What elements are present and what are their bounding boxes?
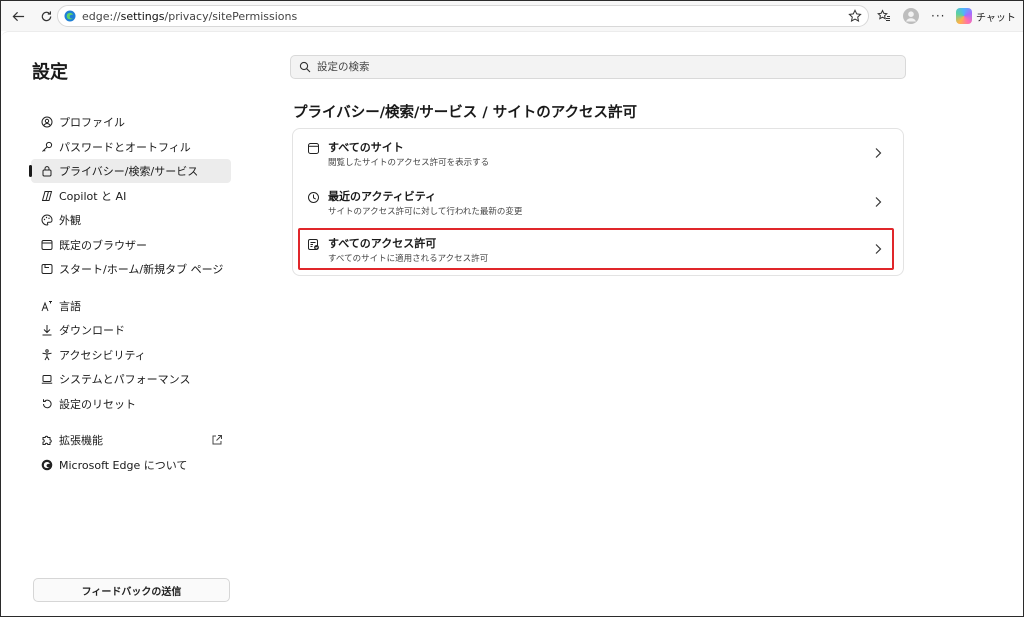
browser-icon (41, 239, 53, 251)
back-arrow-icon (12, 11, 24, 21)
chevron-right-icon (875, 244, 882, 254)
sidebar-item-passwords[interactable]: パスワードとオートフィル (31, 135, 231, 159)
sidebar-item-copilot[interactable]: Copilot と AI (31, 184, 231, 208)
language-icon (41, 300, 53, 312)
permissions-list-icon (308, 239, 319, 250)
list-item-all-sites[interactable]: すべてのサイト 閲覧したサイトのアクセス許可を表示する (299, 131, 899, 175)
home-icon (41, 263, 53, 275)
sidebar-item-extensions[interactable]: 拡張機能 (31, 428, 231, 452)
back-button[interactable] (7, 5, 29, 27)
edge-logo-icon (64, 10, 76, 22)
sidebar-item-about[interactable]: Microsoft Edge について (31, 453, 231, 477)
sidebar-item-label: スタート/ホーム/新規タブ ページ (59, 263, 224, 276)
row-texts: すべてのアクセス許可 すべてのサイトに適用されるアクセス許可 (328, 237, 488, 265)
puzzle-icon (41, 434, 53, 446)
url-host: settings (120, 9, 165, 23)
copilot-icon (41, 190, 53, 202)
list-item-all-permissions[interactable]: すべてのアクセス許可 すべてのサイトに適用されるアクセス許可 (299, 227, 899, 271)
laptop-icon (41, 373, 53, 385)
feedback-button[interactable]: フィードバックの送信 (33, 578, 230, 602)
permissions-card: すべてのサイト 閲覧したサイトのアクセス許可を表示する 最近のアクティビティ サ… (292, 128, 904, 276)
sidebar-item-languages[interactable]: 言語 (31, 294, 231, 318)
sidebar-item-label: パスワードとオートフィル (59, 140, 191, 154)
sidebar-item-label: プロファイル (59, 116, 125, 129)
row-title: 最近のアクティビティ (328, 190, 437, 203)
row-title: すべてのサイト (328, 141, 404, 154)
sidebar-item-label: システムとパフォーマンス (59, 373, 191, 386)
profile-avatar-button[interactable] (903, 5, 919, 27)
sidebar-separator (31, 416, 231, 428)
search-icon (299, 61, 311, 73)
row-subtitle: サイトのアクセス許可に対して行われた最新の変更 (328, 207, 523, 217)
open-external-icon[interactable] (211, 434, 223, 446)
chat-label: チャット (976, 12, 1016, 24)
sidebar-item-profile[interactable]: プロファイル (31, 110, 231, 134)
row-texts: すべてのサイト 閲覧したサイトのアクセス許可を表示する (328, 141, 489, 169)
sidebar-nav: プロファイル パスワードとオートフィル プライバシー/検索/サービス Copil… (29, 110, 231, 477)
sidebar-item-label: Microsoft Edge について (59, 458, 188, 472)
accessibility-icon (41, 348, 53, 361)
sidebar-item-label: Copilot と AI (59, 189, 127, 203)
chevron-right-icon (875, 148, 882, 158)
sidebar-item-label: 言語 (59, 299, 81, 313)
settings-page: 設定 プロファイル パスワードとオートフィル プライバシー/検索/サービス Co… (1, 31, 1023, 616)
favorites-button[interactable] (877, 5, 891, 27)
sidebar-item-start-home[interactable]: スタート/ホーム/新規タブ ページ (31, 257, 231, 281)
clock-icon (308, 192, 319, 203)
copilot-logo-icon (956, 8, 972, 24)
chevron-right-icon (875, 197, 882, 207)
sidebar-item-system[interactable]: システムとパフォーマンス (31, 367, 231, 391)
favorites-list-icon (877, 9, 890, 21)
sidebar-item-label: 外観 (59, 214, 81, 227)
row-subtitle: 閲覧したサイトのアクセス許可を表示する (328, 158, 490, 168)
sidebar-item-label: プライバシー/検索/サービス (59, 165, 199, 178)
palette-icon (41, 214, 53, 226)
sidebar-item-accessibility[interactable]: アクセシビリティ (31, 343, 231, 367)
sidebar-item-appearance[interactable]: 外観 (31, 208, 231, 232)
row-subtitle: すべてのサイトに適用されるアクセス許可 (328, 254, 489, 264)
sidebar-item-privacy[interactable]: プライバシー/検索/サービス (29, 159, 231, 183)
url-scheme: edge:// (82, 9, 121, 23)
avatar-icon (903, 8, 919, 24)
sidebar-item-label: 既定のブラウザー (59, 238, 147, 252)
sidebar-item-label: ダウンロード (59, 324, 125, 337)
sidebar-title: 設定 (32, 62, 68, 83)
url-path: /privacy/sitePermissions (164, 9, 298, 23)
sidebar-item-label: アクセシビリティ (59, 348, 146, 362)
row-texts: 最近のアクティビティ サイトのアクセス許可に対して行われた最新の変更 (328, 190, 522, 218)
list-item-recent-activity[interactable]: 最近のアクティビティ サイトのアクセス許可に対して行われた最新の変更 (299, 180, 899, 224)
sidebar-item-label: 拡張機能 (59, 434, 103, 447)
ellipsis-icon: ··· (931, 9, 946, 23)
browser-toolbar: edge://settings/privacy/sitePermissions … (1, 1, 1023, 31)
key-icon (41, 141, 53, 153)
profile-icon (41, 116, 53, 128)
sidebar-item-downloads[interactable]: ダウンロード (31, 318, 231, 342)
reset-icon (41, 398, 53, 410)
url-text: edge://settings/privacy/sitePermissions (82, 10, 297, 23)
sidebar-separator (31, 282, 231, 294)
page-title: プライバシー/検索/サービス / サイトのアクセス許可 (293, 105, 637, 121)
site-window-icon (308, 143, 319, 154)
reload-button[interactable] (35, 5, 57, 27)
sidebar-item-reset[interactable]: 設定のリセット (31, 392, 231, 416)
edge-logo-icon (41, 459, 53, 471)
sidebar-item-label: 設定のリセット (59, 397, 136, 411)
download-icon (41, 324, 53, 336)
lock-icon (41, 165, 53, 177)
address-bar[interactable]: edge://settings/privacy/sitePermissions (57, 5, 869, 27)
search-input[interactable] (317, 61, 877, 73)
more-menu-button[interactable]: ··· (931, 5, 945, 27)
settings-search-box[interactable] (290, 55, 906, 79)
reload-icon (41, 10, 51, 21)
row-title: すべてのアクセス許可 (328, 237, 437, 250)
favorite-star-icon[interactable] (848, 9, 862, 23)
sidebar-item-default-browser[interactable]: 既定のブラウザー (31, 233, 231, 257)
copilot-chat-button[interactable]: チャット (956, 5, 1020, 27)
